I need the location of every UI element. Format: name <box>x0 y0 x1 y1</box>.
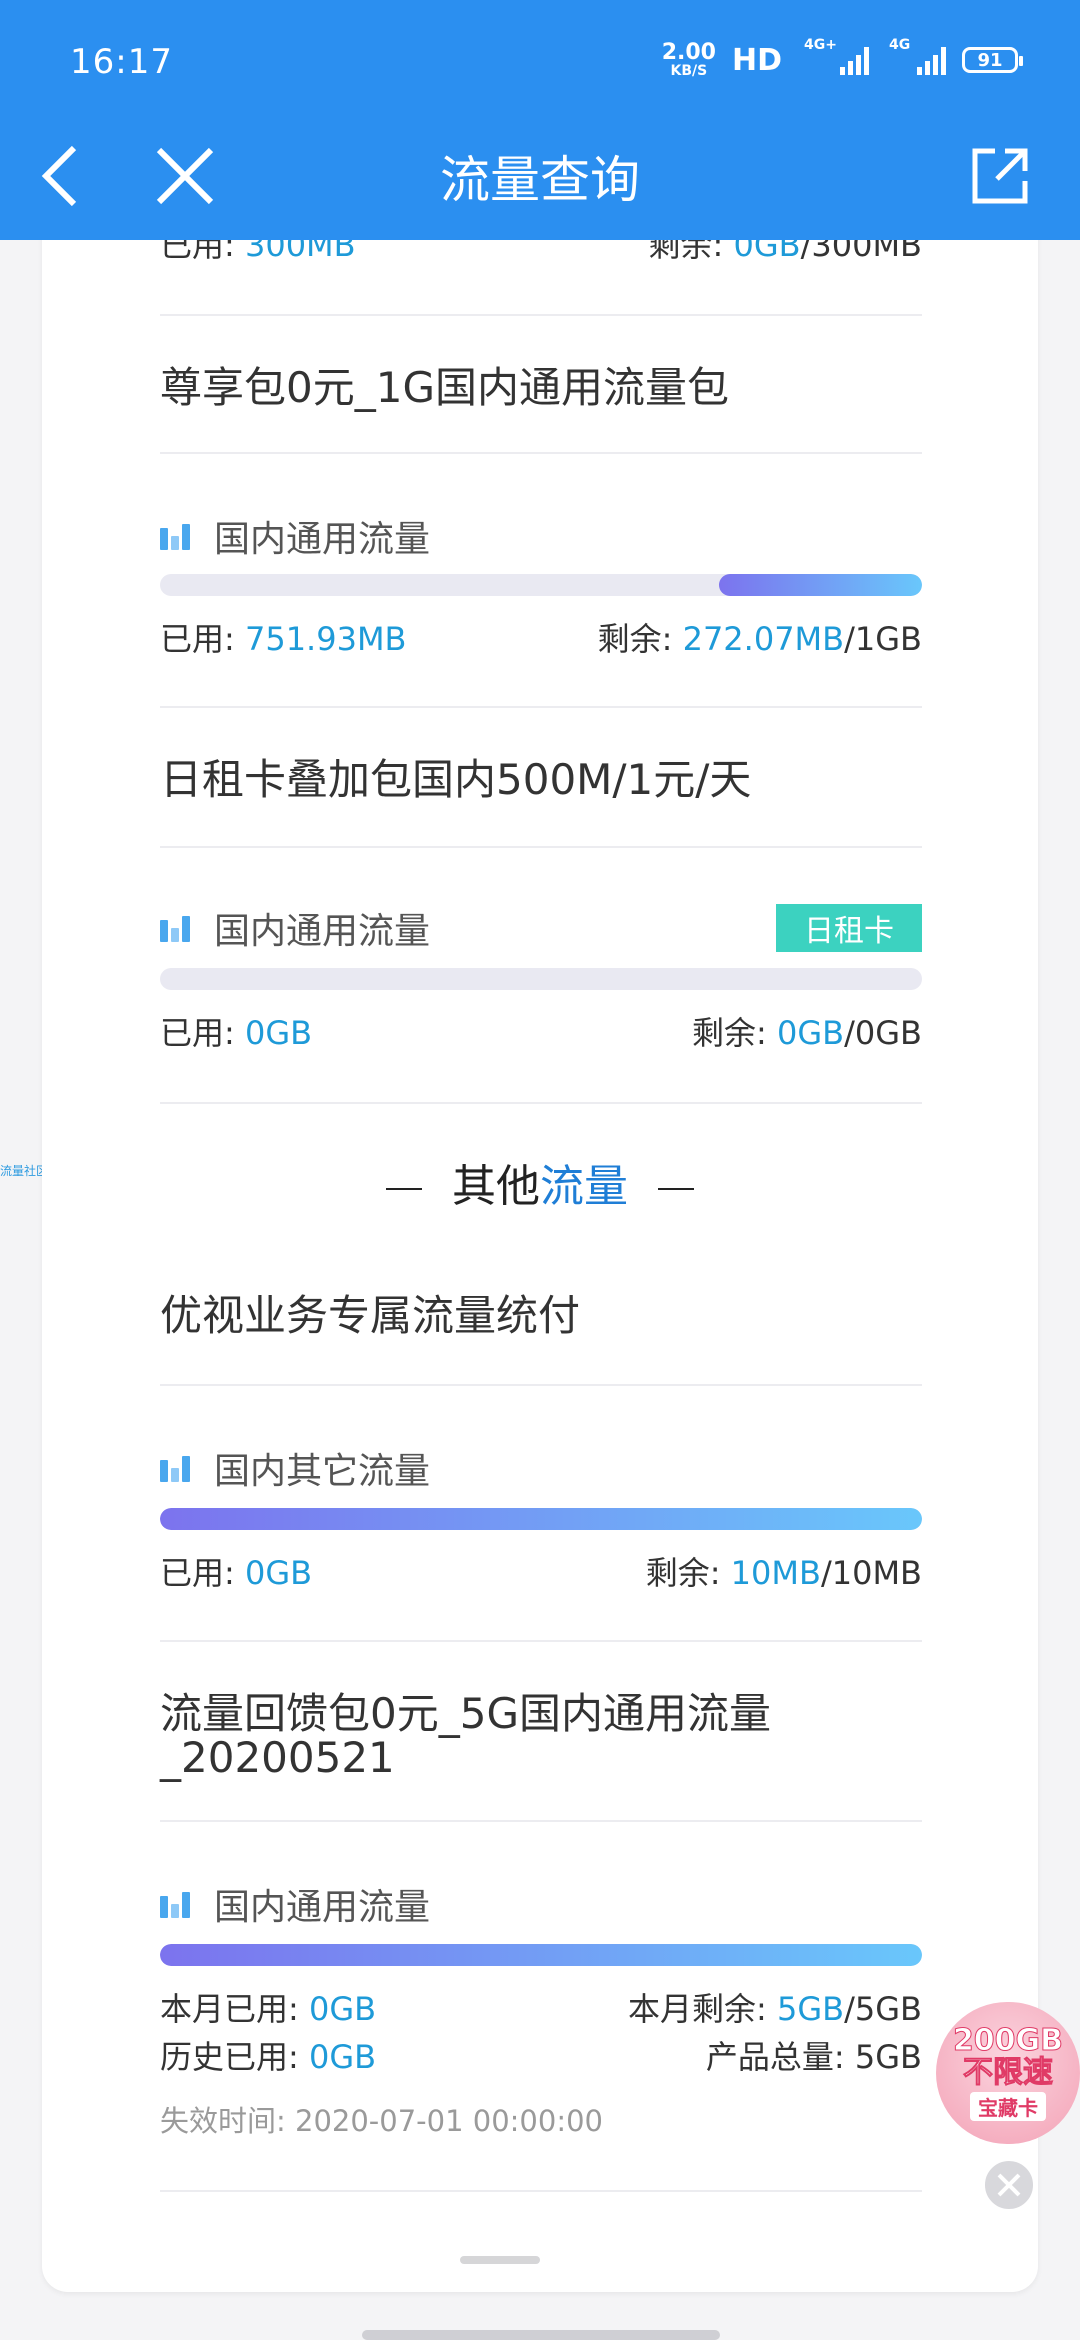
bar-chart-icon <box>160 914 192 942</box>
month-total-value: /5GB <box>844 1990 922 2028</box>
scroll-handle <box>460 2256 540 2264</box>
progress-fill <box>160 1944 922 1966</box>
section-prefix: 其他 <box>452 1161 540 1212</box>
metric-header: 国内通用流量 日租卡 <box>160 904 922 952</box>
used-label: 已用: <box>160 1014 245 1052</box>
remain-value: 10MB <box>730 1554 821 1592</box>
divider <box>160 1820 922 1822</box>
month-used-label: 本月已用: <box>160 1990 309 2028</box>
progress-fill <box>160 1508 922 1530</box>
history-used-label: 历史已用: <box>160 2038 309 2076</box>
package-title: 尊享包0元_1G国内通用流量包 <box>160 363 729 412</box>
promo-line2: 不限速 <box>963 2054 1054 2090</box>
network-speed-unit: KB/S <box>670 63 708 79</box>
package-title-line1: 流量回馈包0元_5G国内通用流量 <box>160 1689 771 1738</box>
metric-label: 国内通用流量 <box>214 519 431 560</box>
usage-row: 已用: 0GB 剩余: 0GB/0GB <box>160 1008 922 1054</box>
status-icons: 2.00 KB/S HD 4G+ 4G 91 <box>661 37 1023 79</box>
history-usage-row: 历史已用: 0GB 产品总量: 5GB <box>160 2032 922 2078</box>
metric-header: 国内通用流量 <box>160 514 922 560</box>
total-value: /10MB <box>820 1554 922 1592</box>
share-icon[interactable] <box>960 136 1040 216</box>
status-bar: 16:17 2.00 KB/S HD 4G+ 4G 91 <box>0 0 1080 130</box>
network-speed-value: 2.00 <box>661 40 716 65</box>
daily-card-badge: 日租卡 <box>776 904 922 952</box>
divider <box>160 1640 922 1642</box>
signal-label: 4G+ <box>804 37 837 53</box>
used-value: 0GB <box>244 1014 313 1052</box>
section-heading: 其他流量 <box>42 1150 1038 1214</box>
product-total-label: 产品总量: <box>705 2038 855 2076</box>
metric-label: 国内通用流量 <box>214 911 431 952</box>
metric-label: 国内其它流量 <box>214 1451 431 1492</box>
remain-label: 剩余: <box>645 1554 731 1592</box>
metric-label: 国内通用流量 <box>214 1887 431 1928</box>
promo-line3: 宝藏卡 <box>970 2092 1046 2121</box>
remain-value: 0GB <box>777 1014 845 1052</box>
page-title: 流量查询 <box>440 151 640 209</box>
month-remain-value: 5GB <box>777 1990 845 2028</box>
bar-chart-icon <box>160 522 192 550</box>
expire-time: 失效时间: 2020-07-01 00:00:00 <box>160 2104 603 2138</box>
progress-track <box>160 1944 922 1966</box>
usage-row: 已用: 751.93MB 剩余: 272.07MB/1GB <box>160 614 922 660</box>
hd-icon: HD <box>731 42 782 78</box>
total-value: /0GB <box>844 1014 922 1052</box>
remain-value: 272.07MB <box>682 620 845 658</box>
promo-close-icon[interactable] <box>982 2158 1036 2212</box>
title-bar: 流量查询 <box>0 130 1080 240</box>
used-label: 已用: <box>160 620 245 658</box>
progress-track <box>160 574 922 596</box>
divider <box>160 452 922 454</box>
progress-track <box>160 968 922 990</box>
month-used-value: 0GB <box>308 1990 377 2028</box>
used-value: 0GB <box>244 1554 313 1592</box>
month-remain-label: 本月剩余: <box>628 1990 777 2028</box>
side-community-tag[interactable]: 流量社区 <box>0 1162 48 1179</box>
monthly-usage-row: 本月已用: 0GB 本月剩余: 5GB/5GB <box>160 1984 922 2030</box>
promo-line1: 200GB <box>952 2023 1064 2058</box>
divider <box>160 314 922 316</box>
divider <box>160 1102 922 1104</box>
metric-header: 国内其它流量 <box>160 1446 922 1492</box>
promo-badge[interactable]: 200GB 不限速 宝藏卡 <box>936 2002 1080 2144</box>
divider <box>160 1384 922 1386</box>
used-label: 已用: <box>160 1554 245 1592</box>
divider <box>160 706 922 708</box>
total-value: /1GB <box>844 620 922 658</box>
divider <box>160 846 922 848</box>
package-title: 流量回馈包0元_5G国内通用流量 _20200521 <box>160 1689 940 1783</box>
signal-icon-2: 4G <box>889 37 946 75</box>
battery-icon: 91 <box>962 47 1023 73</box>
section-highlight: 流量 <box>540 1161 628 1212</box>
divider <box>160 2190 922 2192</box>
history-used-value: 0GB <box>308 2038 377 2076</box>
traffic-card: 已用: 300MB 剩余: 0GB/300MB 尊享包0元_1G国内通用流量包 … <box>42 150 1038 2292</box>
remain-label: 剩余: <box>597 620 683 658</box>
product-total-value: 5GB <box>854 2038 922 2076</box>
network-speed: 2.00 KB/S <box>661 40 716 79</box>
gesture-bar[interactable] <box>362 2330 720 2340</box>
top-bar: 16:17 2.00 KB/S HD 4G+ 4G 91 流量查询 <box>0 0 1080 240</box>
signal-label-2: 4G <box>889 37 911 53</box>
package-title: 优视业务专属流量统付 <box>160 1291 581 1340</box>
remain-label: 剩余: <box>692 1014 777 1052</box>
metric-header: 国内通用流量 <box>160 1882 922 1928</box>
usage-row: 已用: 0GB 剩余: 10MB/10MB <box>160 1548 922 1594</box>
signal-icon: 4G+ <box>804 37 869 75</box>
package-title: 日租卡叠加包国内500M/1元/天 <box>160 755 752 804</box>
bar-chart-icon <box>160 1890 192 1918</box>
bar-chart-icon <box>160 1454 192 1482</box>
used-value: 751.93MB <box>244 620 407 658</box>
package-title-line2: _20200521 <box>160 1733 395 1783</box>
status-time: 16:17 <box>70 42 173 82</box>
progress-track <box>160 1508 922 1530</box>
progress-fill <box>719 574 922 596</box>
